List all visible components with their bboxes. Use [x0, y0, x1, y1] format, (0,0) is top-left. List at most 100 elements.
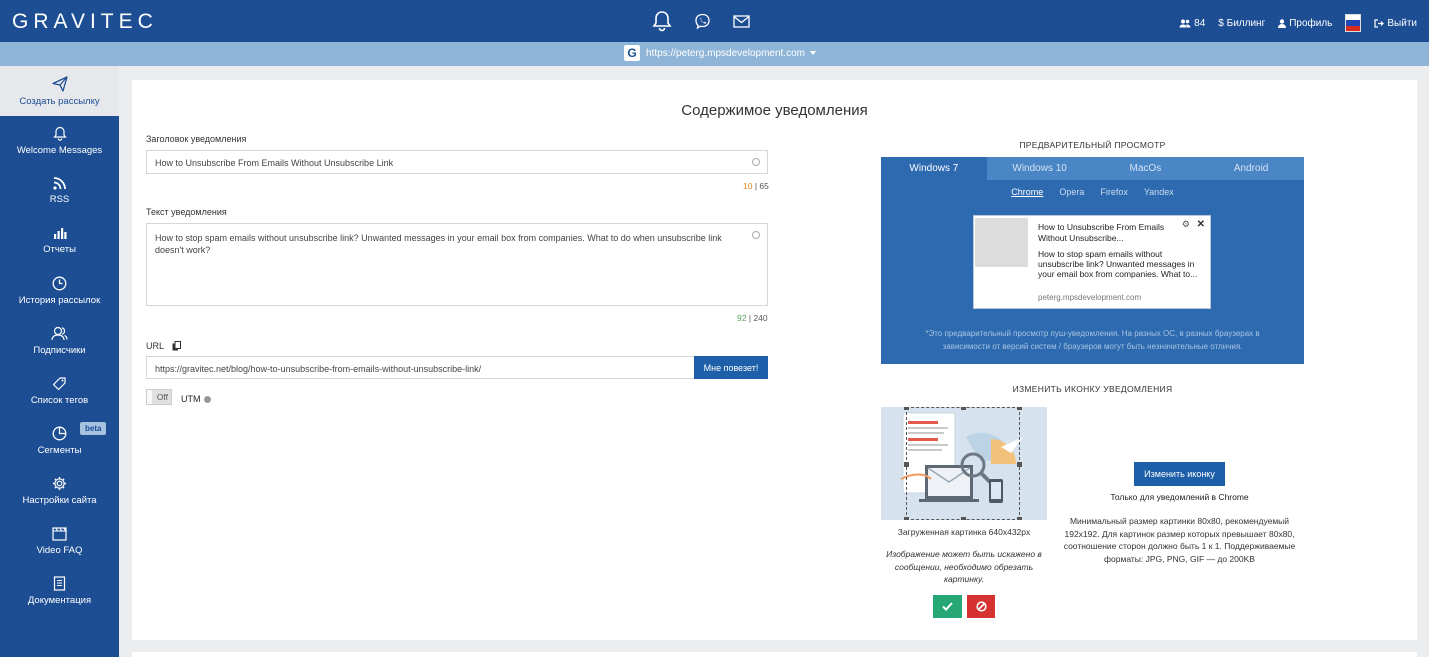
viber-icon[interactable]: [694, 13, 711, 30]
subscribers-counter[interactable]: 84: [1179, 18, 1205, 29]
cancel-crop-button[interactable]: [967, 595, 995, 618]
sidebar-item-history[interactable]: История рассылок: [0, 266, 119, 316]
text-char-count: 92: [737, 313, 747, 323]
sidebar-item-create-campaign[interactable]: Создать рассылку: [0, 66, 119, 116]
uploaded-image-caption: Загруженная картинка 640x432px: [897, 527, 1031, 537]
tab-android[interactable]: Android: [1198, 157, 1304, 180]
logout-link[interactable]: Выйти: [1374, 18, 1417, 29]
bell-icon: [52, 126, 67, 141]
utm-toggle[interactable]: Off: [146, 389, 172, 405]
tab-yandex[interactable]: Yandex: [1144, 187, 1174, 197]
crop-handle[interactable]: [961, 407, 966, 410]
logout-label: Выйти: [1387, 17, 1417, 29]
confirm-crop-button[interactable]: [933, 595, 962, 618]
text-textarea-value: How to stop spam emails without unsubscr…: [155, 233, 722, 255]
sidebar-item-video-faq[interactable]: Video FAQ: [0, 516, 119, 566]
icon-section-title: ИЗМЕНИТЬ ИКОНКУ УВЕДОМЛЕНИЯ: [1012, 384, 1173, 394]
users-icon: [1179, 19, 1191, 27]
title-input-value: How to Unsubscribe From Emails Without U…: [155, 158, 394, 168]
crop-handle[interactable]: [961, 517, 966, 520]
preview-section-title: ПРЕДВАРИТЕЛЬНЫЙ ПРОСМОТР: [1019, 140, 1166, 150]
bell-icon[interactable]: [652, 10, 672, 32]
gravitec-logo[interactable]: GRAVITEC: [12, 10, 158, 34]
crop-handle[interactable]: [1017, 407, 1022, 410]
crop-handle[interactable]: [1017, 462, 1022, 467]
gear-icon: ⚙: [1181, 219, 1190, 229]
clock-icon: [52, 276, 67, 291]
sidebar-item-tags[interactable]: Список тегов: [0, 366, 119, 416]
browser-tabs: Chrome Opera Firefox Yandex: [881, 187, 1304, 197]
site-selector[interactable]: G https://peterg.mpsdevelopment.com: [624, 45, 816, 61]
profile-link[interactable]: Профиль: [1278, 18, 1332, 29]
tab-firefox[interactable]: Firefox: [1100, 187, 1128, 197]
tab-chrome[interactable]: Chrome: [1011, 187, 1043, 197]
sidebar-item-segments[interactable]: Сегменты beta: [0, 416, 119, 466]
top-right-menu: 84 $ Биллинг Профиль Выйти: [1166, 14, 1417, 32]
tag-icon: [52, 377, 66, 391]
tab-macos[interactable]: MacOs: [1093, 157, 1199, 180]
tab-opera[interactable]: Opera: [1059, 187, 1084, 197]
text-textarea[interactable]: How to stop spam emails without unsubscr…: [146, 223, 768, 306]
sidebar-item-label: Отчеты: [43, 244, 76, 255]
tab-windows-7[interactable]: Windows 7: [881, 157, 987, 180]
notification-title: How to Unsubscribe From Emails Without U…: [1038, 222, 1165, 243]
uploaded-icon-image[interactable]: [881, 407, 1047, 520]
profile-label: Профиль: [1289, 17, 1333, 29]
billing-link[interactable]: $ Биллинг: [1218, 18, 1265, 29]
sidebar-item-label: Создать рассылку: [19, 95, 100, 107]
push-notification-preview: How to Unsubscribe From Emails Without U…: [973, 215, 1211, 309]
rss-icon: [53, 177, 66, 190]
emoji-icon[interactable]: [752, 158, 760, 166]
utm-toggle-state: Off: [156, 392, 168, 402]
sidebar-item-welcome-messages[interactable]: Welcome Messages: [0, 116, 119, 166]
emoji-icon[interactable]: [752, 231, 760, 239]
sidebar-item-label: Welcome Messages: [16, 145, 103, 156]
copy-icon[interactable]: [172, 341, 182, 351]
tab-windows-10[interactable]: Windows 10: [987, 157, 1093, 180]
sidebar-item-documentation[interactable]: Документация: [0, 566, 119, 616]
icon-requirements: Минимальный размер картинки 80x80, реком…: [1063, 516, 1296, 564]
url-field-label-row: URL: [146, 341, 182, 351]
beta-badge: beta: [80, 422, 107, 435]
top-center-icons: [652, 10, 772, 32]
chrome-only-note: Только для уведомлений в Chrome: [1110, 492, 1249, 502]
title-input[interactable]: How to Unsubscribe From Emails Without U…: [146, 150, 768, 174]
title-char-count: 10: [743, 181, 753, 191]
crop-warning: Изображение может быть искажено в сообще…: [886, 549, 1042, 584]
info-icon[interactable]: [203, 395, 211, 403]
preview-disclaimer: *Это предварительный просмотр пуш-уведом…: [925, 329, 1260, 351]
text-char-max: 240: [753, 313, 768, 323]
sidebar-item-site-settings[interactable]: Настройки сайта: [0, 466, 119, 516]
os-tabs: Windows 7 Windows 10 MacOs Android: [881, 157, 1304, 180]
crop-handle[interactable]: [904, 462, 909, 467]
sidebar-item-label: Подписчики: [33, 345, 86, 356]
language-selector[interactable]: [1345, 14, 1362, 32]
bar-chart-icon: [53, 228, 66, 239]
notification-body: How to stop spam emails without unsubscr…: [1038, 249, 1198, 279]
users-icon: [51, 326, 68, 341]
mail-icon[interactable]: [733, 14, 750, 28]
sidebar-item-subscribers[interactable]: Подписчики: [0, 316, 119, 366]
send-icon: [51, 75, 68, 92]
notification-icon-placeholder: [975, 218, 1028, 267]
sidebar-item-rss[interactable]: RSS: [0, 166, 119, 216]
change-icon-button[interactable]: Изменить иконку: [1134, 462, 1225, 486]
sidebar-item-label: Video FAQ: [36, 544, 83, 556]
sidebar-item-reports[interactable]: Отчеты: [0, 216, 119, 266]
sidebar-item-label: Документация: [27, 595, 92, 606]
notification-content-card: Содержимое уведомления Заголовок уведомл…: [132, 80, 1417, 640]
sidebar: Создать рассылку Welcome Messages RSS От…: [0, 66, 119, 657]
url-input[interactable]: https://gravitec.net/blog/how-to-unsubsc…: [146, 356, 695, 379]
feeling-lucky-button[interactable]: Мне повезет!: [694, 356, 768, 379]
site-bar: G https://peterg.mpsdevelopment.com: [0, 42, 1429, 66]
crop-handle[interactable]: [904, 407, 909, 410]
sidebar-item-label: RSS: [49, 194, 70, 205]
url-field-label: URL: [146, 341, 165, 351]
chevron-down-icon: [809, 51, 816, 55]
utm-label-row: UTM: [181, 394, 211, 404]
crop-selection[interactable]: [904, 407, 1022, 520]
video-icon: [52, 526, 67, 541]
crop-handle[interactable]: [904, 517, 909, 520]
top-bar: GRAVITEC 84 $ Биллинг Профиль Выйти: [0, 0, 1429, 42]
crop-handle[interactable]: [1017, 517, 1022, 520]
